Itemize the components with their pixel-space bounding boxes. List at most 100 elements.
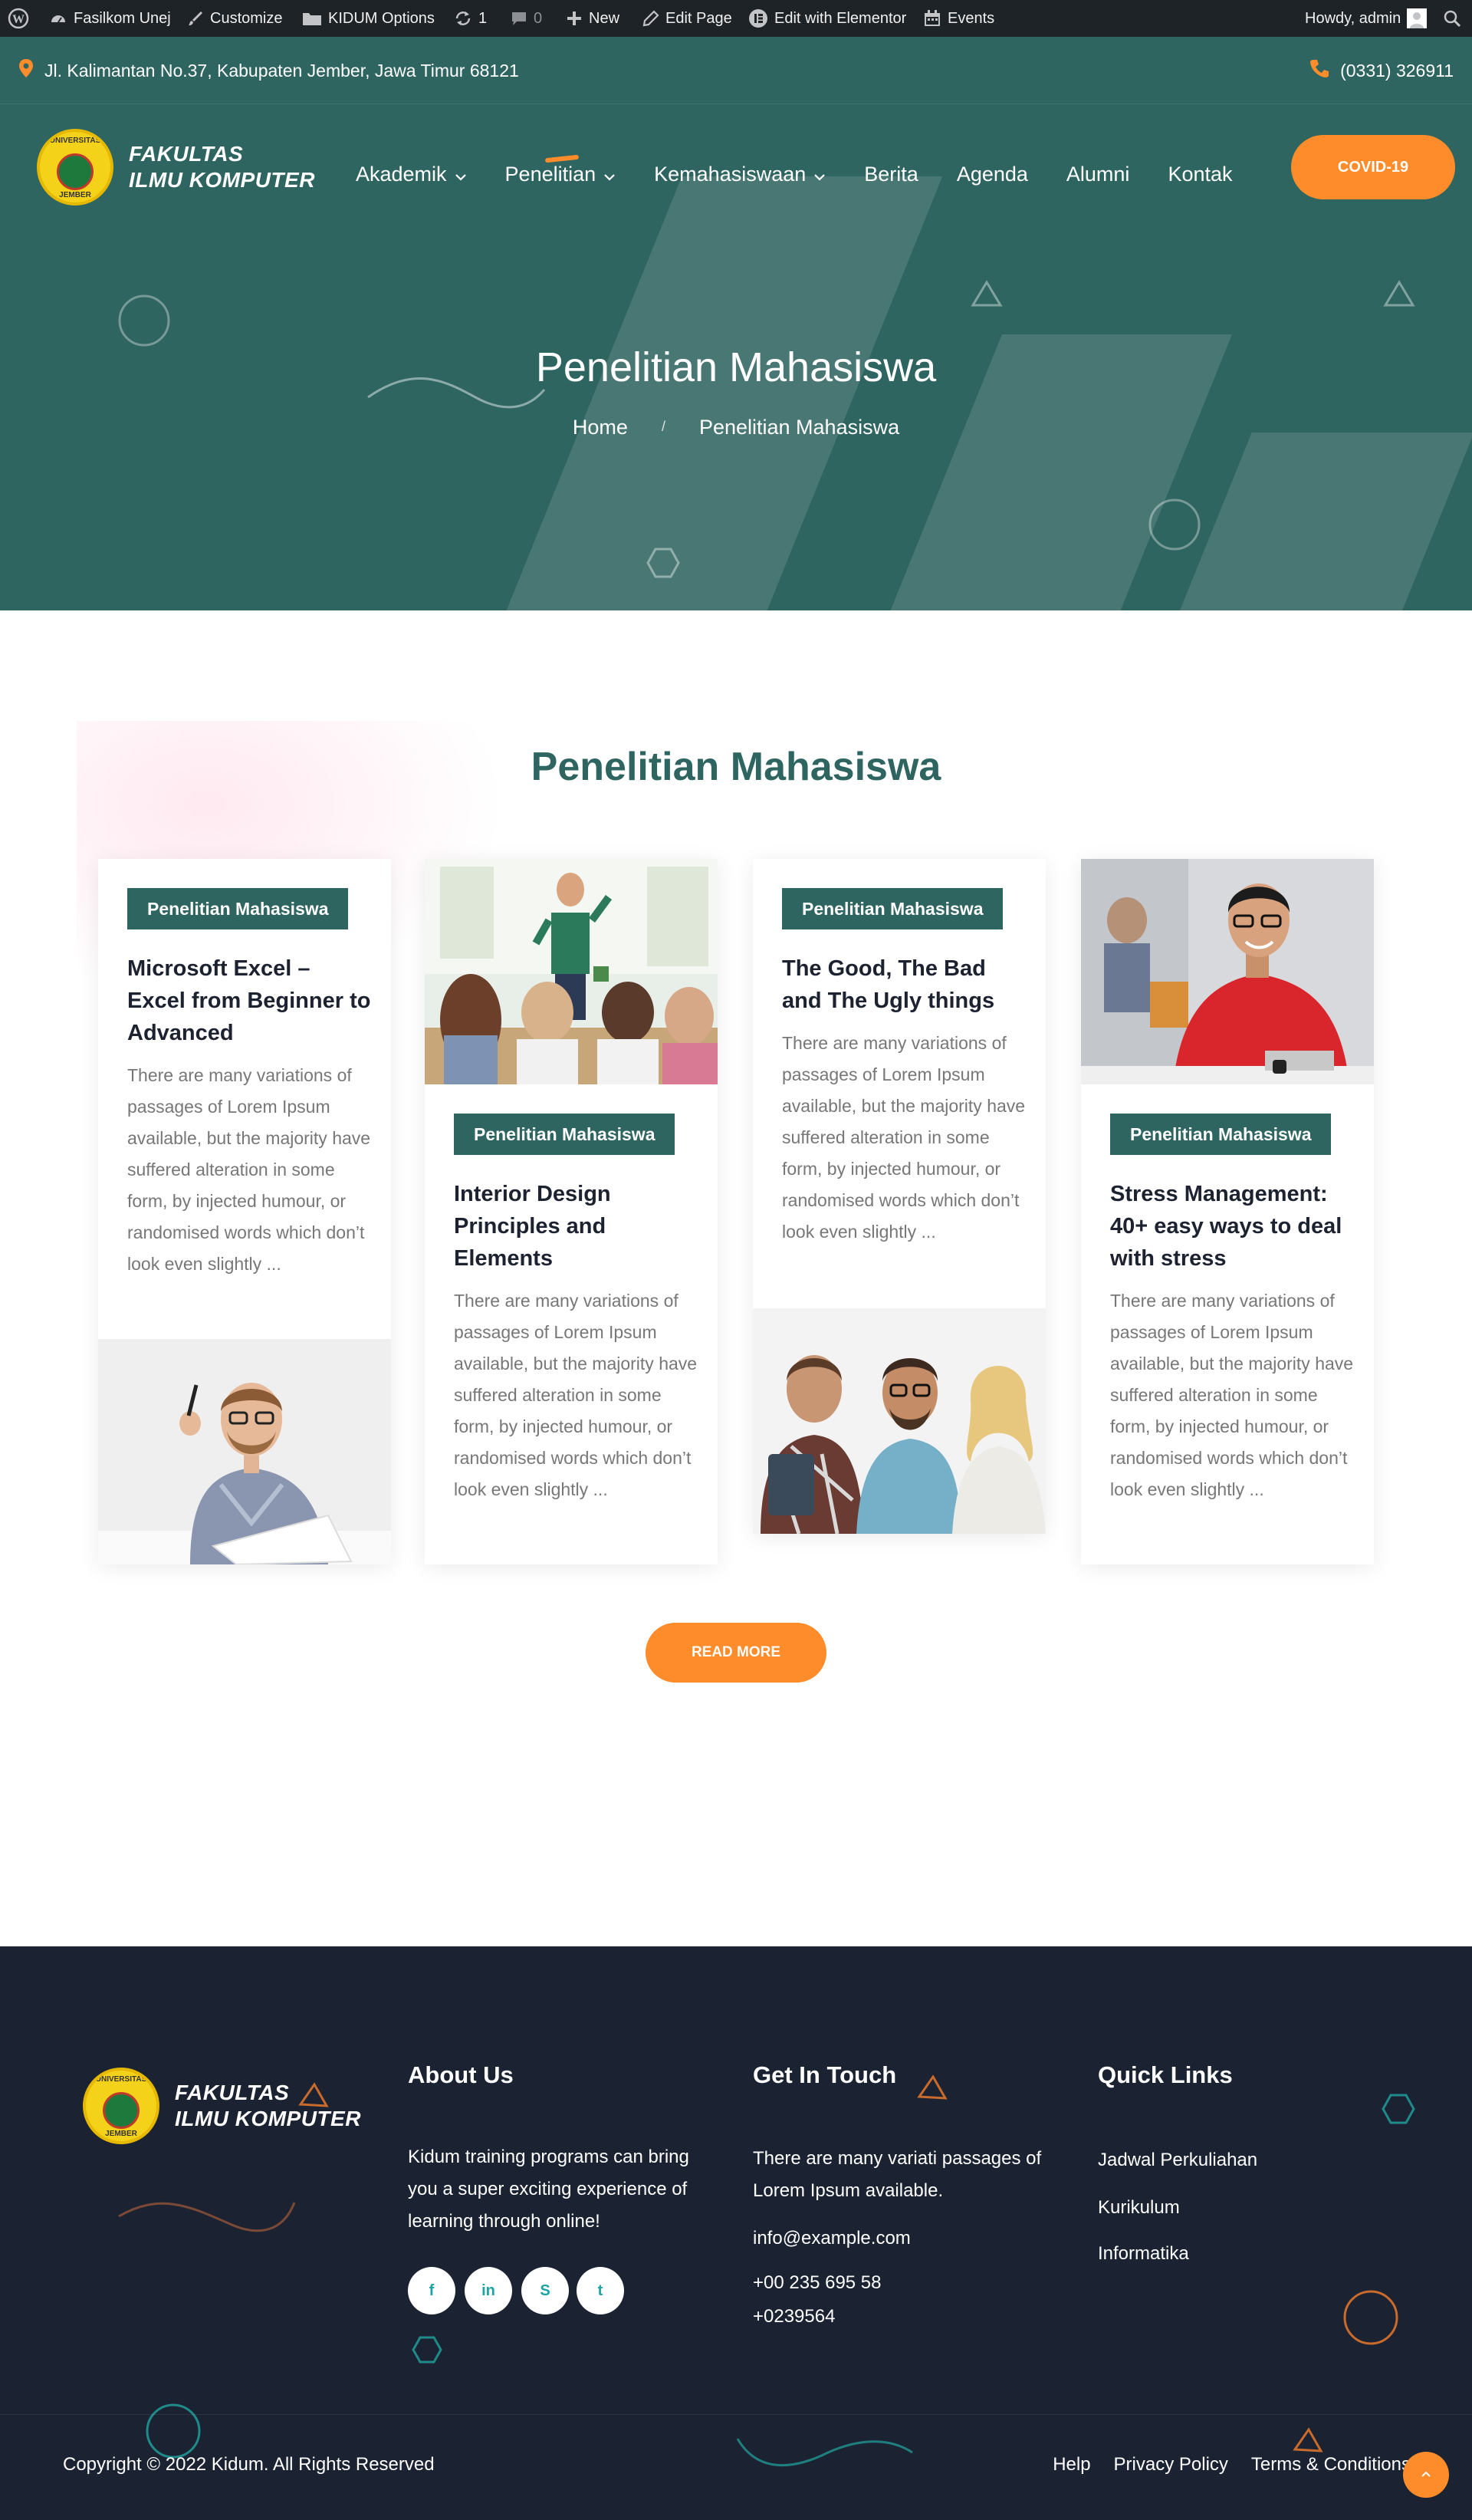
admin-site-link[interactable]: Fasilkom Unej (49, 0, 171, 37)
phone-icon (1309, 58, 1329, 83)
phone-block[interactable]: (0331) 326911 (1309, 37, 1454, 104)
wordpress-logo-icon[interactable]: W (8, 0, 29, 37)
read-more-button[interactable]: READ MORE (646, 1623, 826, 1683)
about-text: Kidum training programs can bring you a … (408, 2147, 689, 2232)
post-image[interactable] (753, 1308, 1046, 1534)
avatar (1407, 8, 1428, 28)
admin-options-label: KIDUM Options (328, 10, 435, 27)
admin-new-link[interactable]: New (566, 0, 619, 37)
admin-events-link[interactable]: Events (923, 0, 994, 37)
admin-elementor-label: Edit with Elementor (774, 10, 907, 27)
terms-link[interactable]: Terms & Conditions (1251, 2454, 1411, 2476)
footer-logo[interactable]: UNIVERSITAS JEMBER FAKULTAS ILMU KOMPUTE… (83, 2068, 361, 2144)
footer-logo-text: FAKULTAS ILMU KOMPUTER (175, 2080, 361, 2132)
post-title[interactable]: Microsoft Excel – Excel from Beginner to… (127, 952, 373, 1049)
nav-item-kontak[interactable]: Kontak (1168, 163, 1232, 186)
logo-line-1: FAKULTAS (175, 2081, 290, 2104)
breadcrumb-home[interactable]: Home (573, 416, 628, 439)
contact-heading: Get In Touch (753, 2061, 897, 2088)
quick-link-kurikulum[interactable]: Kurikulum (1098, 2192, 1180, 2224)
facebook-icon[interactable]: f (408, 2267, 455, 2314)
footer-bottom-links: Help Privacy Policy Terms & Conditions (1053, 2454, 1411, 2476)
post-title[interactable]: Interior Design Principles and Elements (454, 1178, 699, 1275)
post-excerpt: There are many variations of passages of… (782, 1033, 1026, 1242)
nav-item-alumni[interactable]: Alumni (1066, 163, 1130, 186)
post-title[interactable]: The Good, The Bad and The Ugly things (782, 952, 1027, 1017)
emblem-top-text: UNIVERSITAS (95, 2075, 147, 2084)
folder-icon (302, 10, 322, 27)
post-card[interactable]: Penelitian Mahasiswa The Good, The Bad a… (753, 859, 1046, 1534)
footer-decor-outlines (118, 2074, 1415, 2467)
nav-item-akademik[interactable]: Akademik (356, 163, 467, 186)
address-block: Jl. Kalimantan No.37, Kabupaten Jember, … (18, 37, 519, 104)
logo-line-1: FAKULTAS (129, 142, 244, 166)
post-card[interactable]: Penelitian Mahasiswa Microsoft Excel – E… (98, 859, 391, 1564)
contact-phone-2[interactable]: +0239564 (753, 2301, 835, 2333)
admin-customize-label: Customize (210, 10, 283, 27)
contact-phone-1[interactable]: +00 235 695 58 (753, 2267, 882, 2299)
emblem-top-text: UNIVERSITAS (49, 137, 101, 145)
chevron-up-icon (1421, 2468, 1431, 2482)
post-category-badge[interactable]: Penelitian Mahasiswa (454, 1114, 675, 1155)
university-emblem-icon: UNIVERSITAS JEMBER (83, 2068, 159, 2144)
help-link[interactable]: Help (1053, 2454, 1090, 2476)
post-image[interactable] (1081, 859, 1374, 1084)
nav-item-kemahasiswaan[interactable]: Kemahasiswaan (654, 163, 826, 186)
howdy-label: Howdy, admin (1305, 10, 1401, 27)
scroll-to-top-button[interactable] (1403, 2452, 1449, 2498)
logo-line-2: ILMU KOMPUTER (175, 2107, 361, 2130)
contact-email[interactable]: info@example.com (753, 2222, 911, 2255)
nav-item-penelitian[interactable]: Penelitian (504, 154, 616, 186)
nav-label: Akademik (356, 162, 447, 186)
dashboard-icon (49, 9, 67, 28)
nav-item-berita[interactable]: Berita (864, 163, 918, 186)
contact-bar: Jl. Kalimantan No.37, Kabupaten Jember, … (0, 37, 1472, 104)
admin-new-label: New (589, 10, 620, 27)
svg-text:W: W (12, 13, 25, 26)
nav-label: Alumni (1066, 162, 1130, 186)
active-indicator (544, 154, 579, 163)
comment-icon (511, 10, 527, 27)
post-excerpt: There are many variations of passages of… (454, 1291, 698, 1499)
nav-label: Kontak (1168, 162, 1233, 186)
post-title[interactable]: Stress Management: 40+ easy ways to deal… (1110, 1178, 1355, 1275)
post-category-badge[interactable]: Penelitian Mahasiswa (782, 888, 1004, 929)
nav-label: Berita (864, 162, 918, 186)
emblem-bottom-text: JEMBER (105, 2130, 137, 2138)
skype-icon[interactable]: S (521, 2267, 569, 2314)
post-category-badge[interactable]: Penelitian Mahasiswa (1110, 1114, 1332, 1155)
page-title: Penelitian Mahasiswa (535, 344, 937, 390)
quick-link-jadwal[interactable]: Jadwal Perkuliahan (1098, 2144, 1257, 2176)
admin-edit-page-label: Edit Page (665, 10, 732, 27)
post-card[interactable]: Penelitian Mahasiswa Stress Management: … (1081, 859, 1374, 1564)
privacy-policy-link[interactable]: Privacy Policy (1114, 2454, 1228, 2476)
quick-link-informatika[interactable]: Informatika (1098, 2238, 1189, 2270)
admin-edit-page-link[interactable]: Edit Page (642, 0, 732, 37)
quick-links-heading: Quick Links (1098, 2061, 1233, 2088)
phone-text: (0331) 326911 (1340, 60, 1454, 81)
admin-account-link[interactable]: Howdy, admin (1305, 0, 1428, 37)
twitter-icon[interactable]: t (577, 2267, 624, 2314)
post-image[interactable] (425, 859, 718, 1084)
updates-count: 1 (478, 10, 488, 27)
nav-item-agenda[interactable]: Agenda (957, 163, 1028, 186)
university-emblem-icon: UNIVERSITAS JEMBER (37, 129, 113, 206)
breadcrumb: Home / Penelitian Mahasiswa (0, 416, 1472, 439)
admin-elementor-link[interactable]: Edit with Elementor (748, 0, 906, 37)
linkedin-icon[interactable]: in (465, 2267, 512, 2314)
admin-options-link[interactable]: KIDUM Options (302, 0, 435, 37)
post-card[interactable]: Penelitian Mahasiswa Interior Design Pri… (425, 859, 718, 1564)
site-logo[interactable]: UNIVERSITAS JEMBER FAKULTAS ILMU KOMPUTE… (37, 129, 315, 206)
post-image[interactable] (98, 1339, 391, 1564)
post-category-badge[interactable]: Penelitian Mahasiswa (127, 888, 349, 929)
admin-updates-link[interactable]: 1 (454, 0, 487, 37)
admin-comments-link[interactable]: 0 (511, 0, 542, 37)
admin-customize-link[interactable]: Customize (187, 0, 282, 37)
covid-button[interactable]: COVID-19 (1291, 135, 1455, 199)
breadcrumb-separator: / (661, 419, 665, 434)
emblem-bottom-text: JEMBER (59, 191, 91, 199)
breadcrumb-current: Penelitian Mahasiswa (698, 416, 900, 439)
pencil-icon (642, 10, 659, 27)
nav-label: Penelitian (504, 162, 596, 186)
admin-search-icon[interactable] (1443, 0, 1461, 37)
